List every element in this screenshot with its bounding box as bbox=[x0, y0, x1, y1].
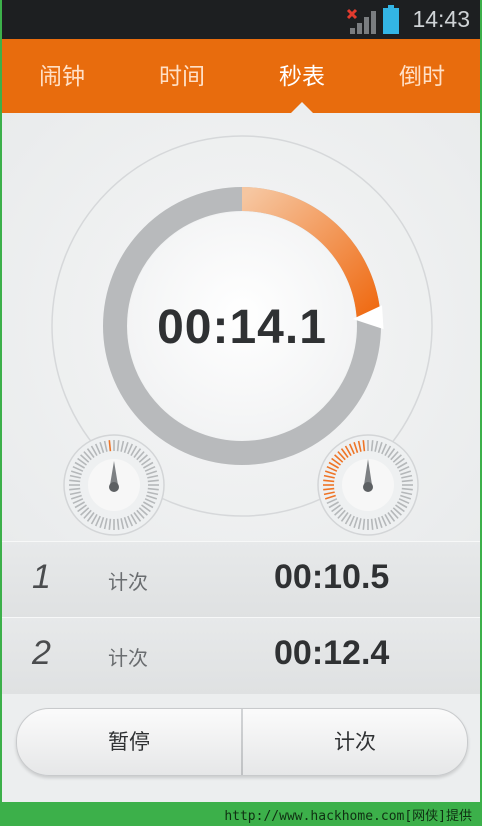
control-bar: 暂停 计次 bbox=[2, 694, 480, 802]
subdial-tick bbox=[401, 487, 413, 491]
status-bar: 14:43 bbox=[2, 0, 480, 39]
subdial-tick bbox=[147, 479, 159, 483]
tab-alarm[interactable]: 闹钟 bbox=[2, 39, 122, 113]
pause-button[interactable]: 暂停 bbox=[17, 709, 241, 775]
subdial-tick bbox=[362, 440, 366, 452]
subdial-tick bbox=[69, 487, 81, 491]
watermark-footer: http://www.hackhome.com[网侠]提供 bbox=[0, 802, 482, 826]
minute-subdial bbox=[63, 434, 165, 536]
signal-icon bbox=[346, 8, 376, 34]
stopwatch-screen: 14:43 闹钟 时间 秒表 倒时 00:14.1 1 计次 00:10.5 2… bbox=[2, 0, 480, 802]
lap-time: 00:12.4 bbox=[274, 634, 390, 672]
status-time: 14:43 bbox=[412, 6, 470, 32]
lap-row: 2 计次 00:12.4 bbox=[2, 617, 480, 695]
lap-row: 1 计次 00:10.5 bbox=[2, 541, 480, 619]
subdial-tick bbox=[401, 479, 413, 483]
subdial-tick bbox=[323, 487, 335, 491]
subdial-tick bbox=[108, 518, 112, 530]
subdial-tick bbox=[116, 440, 120, 452]
lap-label: 计次 bbox=[108, 570, 148, 594]
lap-label: 计次 bbox=[108, 646, 148, 670]
subdial-tick bbox=[370, 440, 374, 452]
subdial-tick bbox=[69, 479, 81, 483]
subdial-tick bbox=[108, 440, 112, 452]
lap-number: 2 bbox=[32, 634, 51, 672]
watermark-text: http://www.hackhome.com[网侠]提供 bbox=[224, 809, 472, 824]
subdial-tick bbox=[147, 487, 159, 491]
tab-timer[interactable]: 倒时 bbox=[362, 39, 480, 113]
lap-number: 1 bbox=[32, 558, 51, 596]
subdial-tick bbox=[362, 518, 366, 530]
control-buttons: 暂停 计次 bbox=[16, 708, 468, 776]
battery-icon bbox=[383, 5, 399, 34]
elapsed-time: 00:14.1 bbox=[157, 301, 327, 354]
second-subdial bbox=[317, 434, 419, 536]
subdial-tick bbox=[370, 518, 374, 530]
tab-clock[interactable]: 时间 bbox=[122, 39, 242, 113]
subdial-tick bbox=[323, 479, 335, 483]
subdial-tick bbox=[116, 518, 120, 530]
tab-bar: 闹钟 时间 秒表 倒时 bbox=[2, 39, 480, 113]
lap-time: 00:10.5 bbox=[274, 558, 390, 596]
lap-button[interactable]: 计次 bbox=[243, 709, 467, 775]
